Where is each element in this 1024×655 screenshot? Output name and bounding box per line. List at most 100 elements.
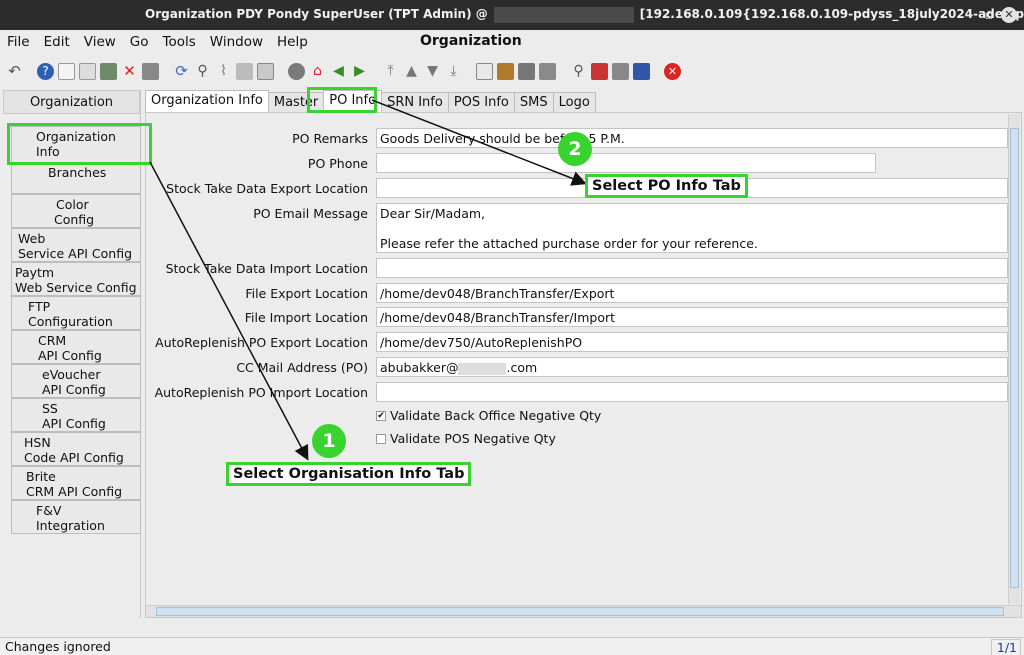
step2-badge: 2 [558,132,592,166]
sidebar-item-hsn-code-api-config[interactable]: HSN Code API Config [11,432,141,466]
autoreplenish-export-label: AutoReplenish PO Export Location [155,335,368,350]
tab-logo[interactable]: Logo [552,92,596,112]
file-export-field[interactable]: /home/dev048/BranchTransfer/Export [376,283,1008,303]
tab-srn-info[interactable]: SRN Info [381,92,449,112]
maximize-icon[interactable]: ▫ [980,6,998,24]
horizontal-scrollbar[interactable] [146,605,1021,617]
file-import-label: File Import Location [244,310,368,325]
archive-icon[interactable] [497,62,514,80]
grid-toggle-icon[interactable] [257,62,274,80]
menu-edit[interactable]: Edit [44,34,70,50]
checkbox-checked-icon: ✔ [376,410,386,421]
record-counter: 1/1 [991,639,1021,655]
autoreplenish-export-field[interactable]: /home/dev750/AutoReplenishPO [376,332,1008,352]
redacted-email-part [458,362,507,375]
first-record-icon[interactable]: ⤒ [382,63,399,80]
product-info-icon[interactable] [633,62,650,80]
window-title-text: Organization PDY Pondy SuperUser (TPT Ad… [145,7,1024,23]
sidebar-item-evoucher-api-config[interactable]: eVoucher API Config [11,364,141,398]
menu-go[interactable]: Go [130,34,149,50]
find-icon[interactable]: ⚲ [194,63,211,80]
menu-view[interactable]: View [84,34,116,50]
attachment-icon[interactable]: ⌇ [215,63,232,80]
end-window-icon[interactable]: ✕ [664,62,681,80]
stock-import-field[interactable] [376,258,1008,278]
po-phone-label: PO Phone [307,156,368,171]
print-preview-icon[interactable] [518,62,535,80]
cc-mail-label: CC Mail Address (PO) [236,360,368,375]
sidebar-item-color-config[interactable]: Color Config [11,194,141,228]
home-icon[interactable]: ⌂ [309,63,326,80]
copy-record-icon[interactable] [79,62,96,80]
menu-help[interactable]: Help [277,34,308,50]
workflow-icon[interactable] [612,62,629,80]
po-info-form: PO Remarks Goods Delivery should be befo… [145,112,1022,618]
status-message: Changes ignored [5,639,111,654]
sidebar-item-paytm-web-service-config[interactable]: Paytm Web Service Config [11,262,141,296]
vertical-scroll-thumb[interactable] [1010,128,1019,588]
sidebar-item-branches[interactable]: Branches [11,162,141,194]
po-phone-field[interactable] [376,153,876,173]
po-remarks-field[interactable]: Goods Delivery should be before 5 P.M. [376,128,1008,148]
toolbar: ↶ ? ✕ ⟳ ⚲ ⌇ ⌂ ◀ ▶ ⤒ ▲ ▼ ⤓ ⚲ ✕ [0,56,1024,86]
left-navigation-panel: Organization Organization Info Branches … [3,90,141,618]
cc-mail-field[interactable]: abubakker@ .com [376,357,1008,377]
redacted-host [493,7,634,23]
highlight-organization-info [7,123,152,165]
left-panel-header: Organization [3,90,140,114]
undo-icon[interactable]: ↶ [6,62,23,80]
help-icon[interactable]: ? [37,62,54,80]
close-window-icon[interactable]: ✕ [1001,7,1017,23]
parent-record-icon[interactable]: ◀ [330,63,347,80]
delete-selection-icon[interactable] [100,62,117,80]
menu-tools[interactable]: Tools [163,34,196,50]
vertical-scrollbar[interactable] [1008,114,1020,604]
tab-sms[interactable]: SMS [513,92,554,112]
file-import-field[interactable]: /home/dev048/BranchTransfer/Import [376,307,1008,327]
save-icon[interactable] [142,62,159,80]
sidebar-item-ftp-configuration[interactable]: FTP Configuration [11,296,141,330]
next-record-icon[interactable]: ▼ [424,63,441,80]
detail-record-icon[interactable]: ▶ [351,63,368,80]
last-record-icon[interactable]: ⤓ [445,63,462,80]
sidebar-item-brite-crm-api-config[interactable]: Brite CRM API Config [11,466,141,500]
menu-file[interactable]: File [7,34,30,50]
minimize-icon[interactable]: – [960,6,978,24]
autoreplenish-import-label: AutoReplenish PO Import Location [154,385,368,400]
window-heading: Organization [420,33,522,49]
sidebar-item-ss-api-config[interactable]: SS API Config [11,398,141,432]
sidebar-item-fv-integration[interactable]: F&V Integration [11,500,141,534]
sidebar-item-web-service-api-config[interactable]: Web Service API Config [11,228,141,262]
step2-callout: Select PO Info Tab [585,174,748,198]
new-record-icon[interactable] [58,62,75,80]
highlight-po-info-tab [307,87,377,113]
tab-pos-info[interactable]: POS Info [447,92,515,112]
validate-pos-checkbox[interactable]: Validate POS Negative Qty [376,431,556,446]
title-app-text: Organization PDY Pondy SuperUser (TPT Ad… [145,7,488,21]
stock-import-label: Stock Take Data Import Location [165,261,368,276]
step1-badge: 1 [312,424,346,458]
validate-backoffice-checkbox[interactable]: ✔ Validate Back Office Negative Qty [376,408,601,423]
chat-icon[interactable] [236,62,253,80]
history-icon[interactable] [288,62,305,80]
previous-record-icon[interactable]: ▲ [403,63,420,80]
delete-icon[interactable]: ✕ [121,62,138,80]
file-export-label: File Export Location [245,286,368,301]
report-icon[interactable] [476,62,493,80]
print-icon[interactable] [539,62,556,80]
po-email-message-label: PO Email Message [253,206,368,221]
stock-export-label: Stock Take Data Export Location [166,181,368,196]
request-icon[interactable] [591,62,608,80]
sidebar-item-crm-api-config[interactable]: CRM API Config [11,330,141,364]
zoom-across-icon[interactable]: ⚲ [570,63,587,80]
autoreplenish-import-field[interactable] [376,382,1008,402]
po-remarks-label: PO Remarks [292,131,368,146]
tab-organization-info[interactable]: Organization Info [145,90,269,112]
refresh-icon[interactable]: ⟳ [173,62,190,80]
menu-bar: File Edit View Go Tools Window Help Orga… [0,30,1024,54]
window-titlebar: Organization PDY Pondy SuperUser (TPT Ad… [0,0,1024,30]
step1-callout: Select Organisation Info Tab [226,462,472,486]
horizontal-scroll-thumb[interactable] [156,607,1004,616]
po-email-message-field[interactable]: Dear Sir/Madam, Please refer the attache… [376,203,1008,253]
menu-window[interactable]: Window [210,34,263,50]
